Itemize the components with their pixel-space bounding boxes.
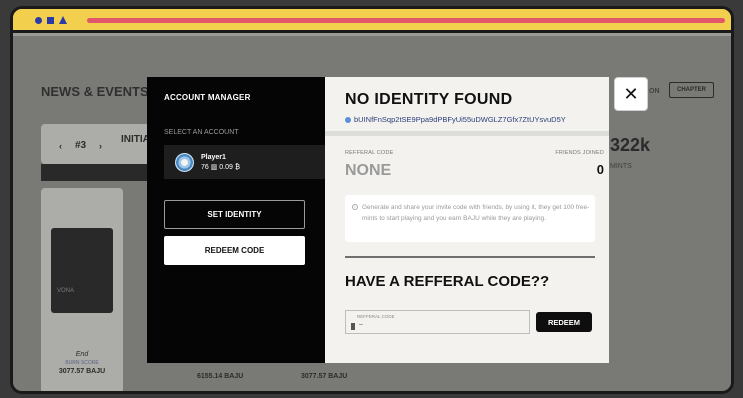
identity-panel: NO IDENTITY FOUND bUINfFnSqp2tSE9Ppa9dPB… [325,77,609,363]
account-manager-title: ACCOUNT MANAGER [164,93,251,102]
info-box: i Generate and share your invite code wi… [345,195,595,242]
account-item[interactable]: Player1 76 ▥ 0.09 ₿ [164,145,325,179]
wallet-icon [345,117,351,123]
redeem-code-button[interactable]: REDEEM CODE [164,236,305,265]
section-divider [325,131,609,136]
input-label: REFFERAL CODE [357,314,395,319]
friends-joined-label: FRIENDS JOINED [555,150,604,156]
info-icon: i [352,204,358,210]
referral-code-value: NONE [345,162,392,179]
triangle-icon [59,16,67,24]
browser-window: NEWS & EVENTS ‹ #3 › INITIA VONA End BUR… [10,6,734,394]
divider [345,256,595,258]
set-identity-button[interactable]: SET IDENTITY [164,200,305,229]
window-titlebar [13,9,731,33]
have-referral-title: HAVE A REFFERAL CODE?? [345,273,550,290]
ticket-icon [351,323,355,330]
square-icon [47,17,54,24]
wallet-address-text: bUINfFnSqp2tSE9Ppa9dPBFyUi55uDWGLZ7Gfx7Z… [354,115,566,124]
account-name: Player1 [201,154,226,161]
redeem-button[interactable]: REDEEM [536,312,592,332]
friends-joined-value: 0 [596,162,604,177]
referral-code-label: REFFERAL CODE [345,150,394,156]
select-account-label: SELECT AN ACCOUNT [164,129,239,136]
referral-code-input[interactable]: REFFERAL CODE – [345,310,530,334]
close-icon[interactable]: ✕ [614,77,648,111]
avatar [175,153,194,172]
input-value: – [359,321,363,328]
info-text: Generate and share your invite code with… [362,204,590,222]
circle-icon [35,17,42,24]
identity-title: NO IDENTITY FOUND [345,91,513,108]
account-manager-panel: ACCOUNT MANAGER SELECT AN ACCOUNT Player… [147,77,325,363]
address-bar [87,18,725,23]
account-stats: 76 ▥ 0.09 ₿ [201,164,241,171]
wallet-address[interactable]: bUINfFnSqp2tSE9Ppa9dPBFyUi55uDWGLZ7Gfx7Z… [345,115,566,124]
